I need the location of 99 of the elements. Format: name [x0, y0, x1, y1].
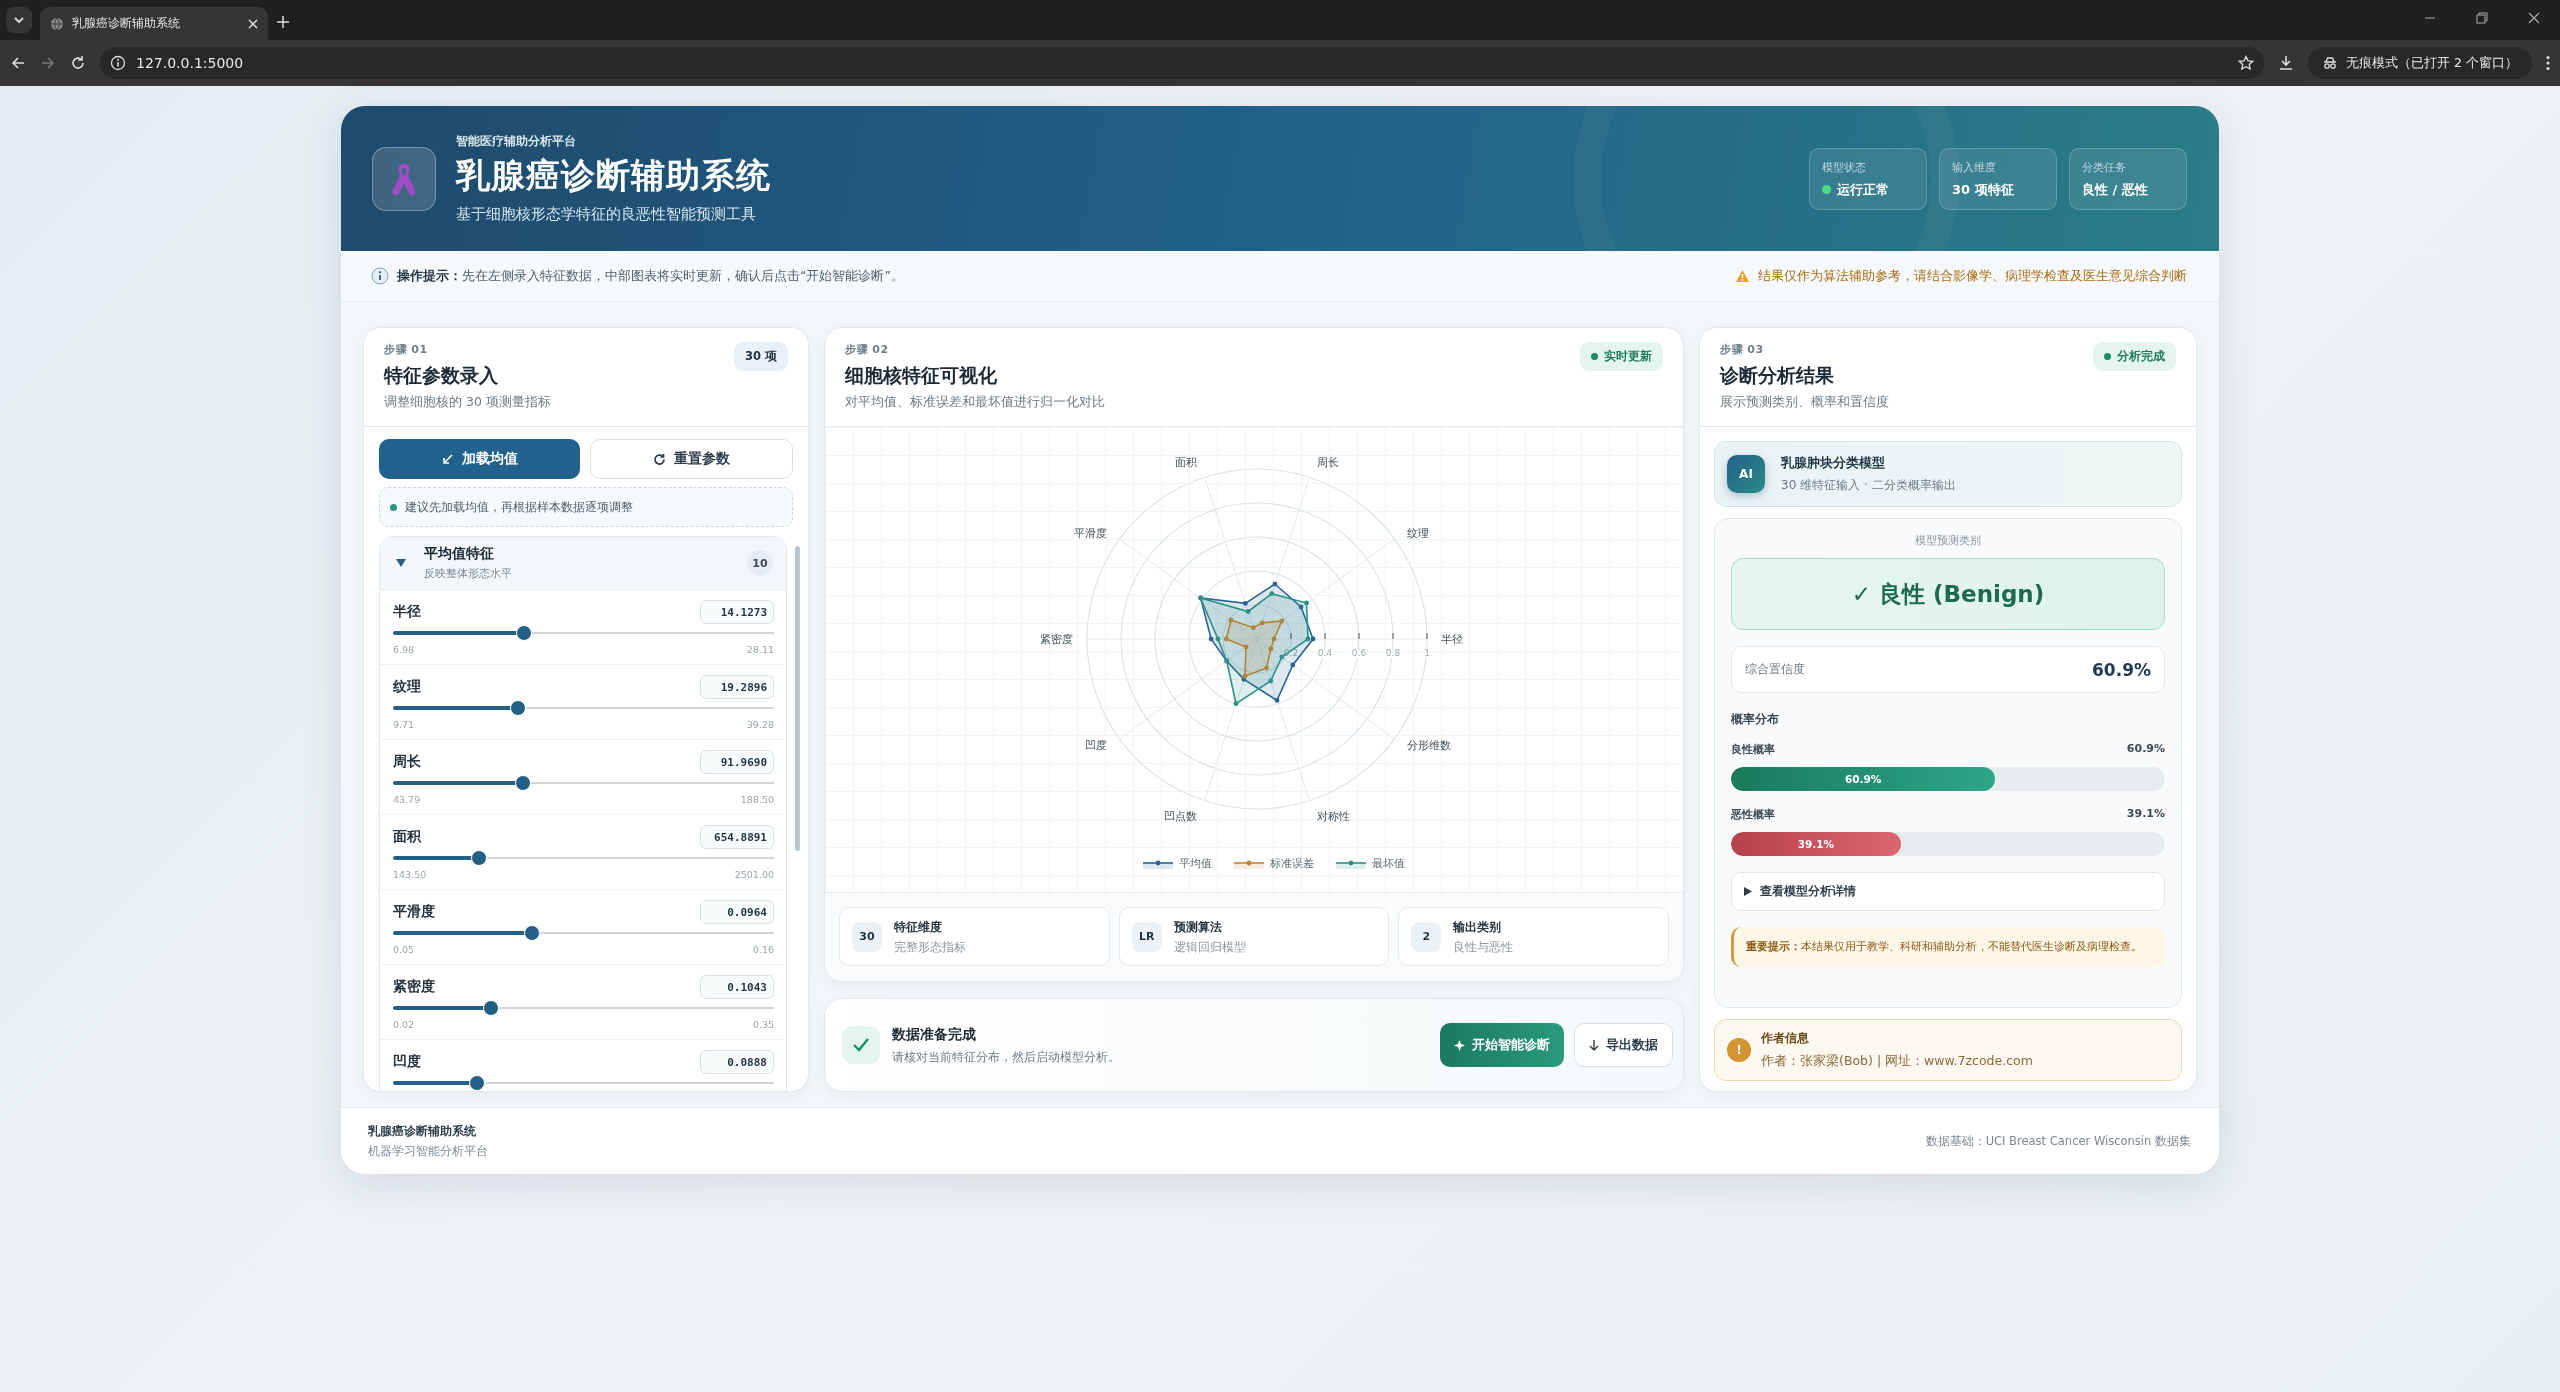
axis-label: 凹度	[1085, 738, 1108, 751]
header-tagline: 智能医疗辅助分析平台	[456, 133, 577, 149]
y-tick-label: 0.6	[1351, 648, 1367, 658]
author-title: 作者信息	[1761, 1030, 1810, 1047]
progress-fill: 39.1%	[1731, 832, 1901, 856]
status-value: 良性 / 恶性	[2082, 180, 2148, 199]
action-description: 请核对当前特征分布，然后启动模型分析。	[892, 1049, 1120, 1065]
min-label: 0.02	[393, 1019, 415, 1030]
panel-subtitle: 展示预测类别、概率和置信度	[1720, 394, 1889, 411]
probability-value: 39.1%	[2126, 807, 2165, 822]
model-name: 乳腺肿块分类模型	[1781, 454, 1886, 472]
panel-title: 细胞核特征可视化	[845, 363, 998, 388]
alert-icon: !	[1727, 1038, 1751, 1062]
info-title: 输出类别	[1453, 918, 1503, 936]
probability-label: 良性概率	[1731, 742, 1775, 757]
axis-tick-label: 0.8	[1385, 632, 1401, 658]
status-badge: 实时更新	[1580, 342, 1663, 371]
probability-label: 恶性概率	[1731, 807, 1775, 822]
info-value: LR	[1131, 921, 1162, 952]
feature-label: 周长	[393, 753, 421, 771]
axis-label: 纹理	[1406, 527, 1429, 540]
status-value: 运行正常	[1837, 180, 1889, 199]
feature-label: 紧密度	[393, 978, 435, 996]
data-source-text: 数据基础：UCI Breast Cancer Wisconsin 数据集	[1925, 1133, 2191, 1149]
axis-label: 半径	[1441, 633, 1463, 645]
app-title: 乳腺癌诊断辅助系统	[456, 153, 772, 197]
group-subtitle: 反映整体形态水平	[424, 567, 512, 581]
info-value: 30	[852, 921, 882, 952]
group-title: 平均值特征	[424, 545, 495, 563]
probability-value: 60.9%	[2126, 742, 2165, 757]
max-label: 28.11	[746, 644, 774, 655]
legend-label: 最坏值	[1372, 857, 1405, 870]
axis-tick-label: 1	[1424, 632, 1430, 658]
feature-label: 面积	[393, 828, 421, 846]
axis-label: 对称性	[1316, 810, 1350, 823]
confidence-value: 60.9%	[2092, 659, 2151, 680]
y-tick-label: 1	[1424, 648, 1430, 658]
status-badge: 30 项	[734, 342, 788, 371]
step-label: 步骤 01	[384, 342, 429, 357]
app-subtitle: 基于细胞核形态学特征的良恶性智能预测工具	[456, 204, 757, 224]
axis-label: 分形维数	[1406, 738, 1451, 751]
axis-label: 凹点数	[1164, 810, 1198, 823]
action-title: 数据准备完成	[892, 1025, 977, 1044]
y-tick-label: 0.4	[1317, 648, 1333, 658]
section-title: 概率分布	[1731, 711, 1780, 728]
feature-label: 凹度	[393, 1053, 421, 1071]
author-text: 作者：张家梁(Bob) | 网址：www.7zcode.com	[1761, 1053, 2033, 1070]
panel-title: 诊断分析结果	[1720, 363, 1835, 388]
panel-subtitle: 对平均值、标准误差和最坏值进行归一化对比	[845, 394, 1105, 411]
disclaimer-text: 结果仅作为算法辅助参考，请结合影像学、病理学检查及医生意见综合判断	[1758, 267, 2187, 285]
model-avatar: AI	[1727, 455, 1765, 493]
axis-label: 面积	[1175, 455, 1198, 468]
info-title: 特征维度	[894, 918, 943, 936]
status-badge: 分析完成	[2093, 342, 2176, 371]
step-label: 步骤 03	[1720, 342, 1765, 357]
progress-fill: 60.9%	[1731, 767, 1996, 791]
max-label: 0.35	[752, 1019, 774, 1030]
max-label: 0.16	[752, 944, 774, 955]
info-subtitle: 逻辑回归模型	[1173, 939, 1246, 955]
info-subtitle: 良性与恶性	[1453, 939, 1514, 955]
panel-title: 特征参数录入	[384, 363, 499, 388]
status-value: 30 项特征	[1952, 180, 2014, 199]
usage-hint: 操作提示：先在左侧录入特征数据，中部图表将实时更新，确认后点击“开始智能诊断”。	[397, 267, 905, 285]
min-label: 43.79	[393, 794, 421, 805]
axis-label: 平滑度	[1074, 527, 1108, 540]
y-tick-label: 0.8	[1385, 648, 1401, 658]
axis-tick-label: 0.4	[1317, 632, 1333, 658]
prediction-result: ✓ 良性 (Benign)	[1731, 558, 2165, 630]
status-label: 输入维度	[1952, 160, 1997, 175]
min-label: 143.50	[393, 869, 427, 880]
min-label: 6.98	[393, 644, 415, 655]
status-label: 模型状态	[1822, 160, 1867, 175]
confidence-label: 综合置信度	[1745, 662, 1805, 677]
feature-label: 纹理	[393, 678, 421, 696]
feature-label: 平滑度	[393, 903, 435, 921]
min-label: 0.05	[393, 944, 415, 955]
max-label: 188.50	[740, 794, 774, 805]
model-description: 30 维特征输入 · 二分类概率输出	[1781, 476, 1956, 494]
max-label: 39.28	[746, 719, 774, 730]
panel-subtitle: 调整细胞核的 30 项测量指标	[384, 394, 551, 411]
count-badge: 10	[747, 550, 773, 576]
legend-label: 平均值	[1179, 857, 1212, 870]
status-label: 分类任务	[2082, 160, 2127, 175]
hint-text: 建议先加载均值，再根据样本数据逐项调整	[405, 499, 633, 515]
info-title: 预测算法	[1173, 918, 1223, 936]
footer-subtitle: 机器学习智能分析平台	[368, 1143, 488, 1159]
axis-label: 紧密度	[1040, 633, 1073, 645]
step-label: 步骤 02	[845, 342, 890, 357]
axis-label: 周长	[1316, 455, 1339, 468]
footer-title: 乳腺癌诊断辅助系统	[368, 1123, 477, 1139]
axis-tick-label: 0.6	[1351, 632, 1367, 658]
info-subtitle: 完整形态指标	[894, 939, 966, 955]
prediction-label: 模型预测类别	[1914, 533, 1982, 548]
min-label: 9.71	[393, 719, 415, 730]
info-value: 2	[1411, 921, 1442, 952]
legend-label: 标准误差	[1269, 857, 1314, 870]
feature-label: 半径	[393, 603, 421, 621]
max-label: 2501.00	[734, 869, 774, 880]
warning-note: 重要提示：本结果仅用于教学、科研和辅助分析，不能替代医生诊断及病理检查。	[1731, 927, 2165, 967]
